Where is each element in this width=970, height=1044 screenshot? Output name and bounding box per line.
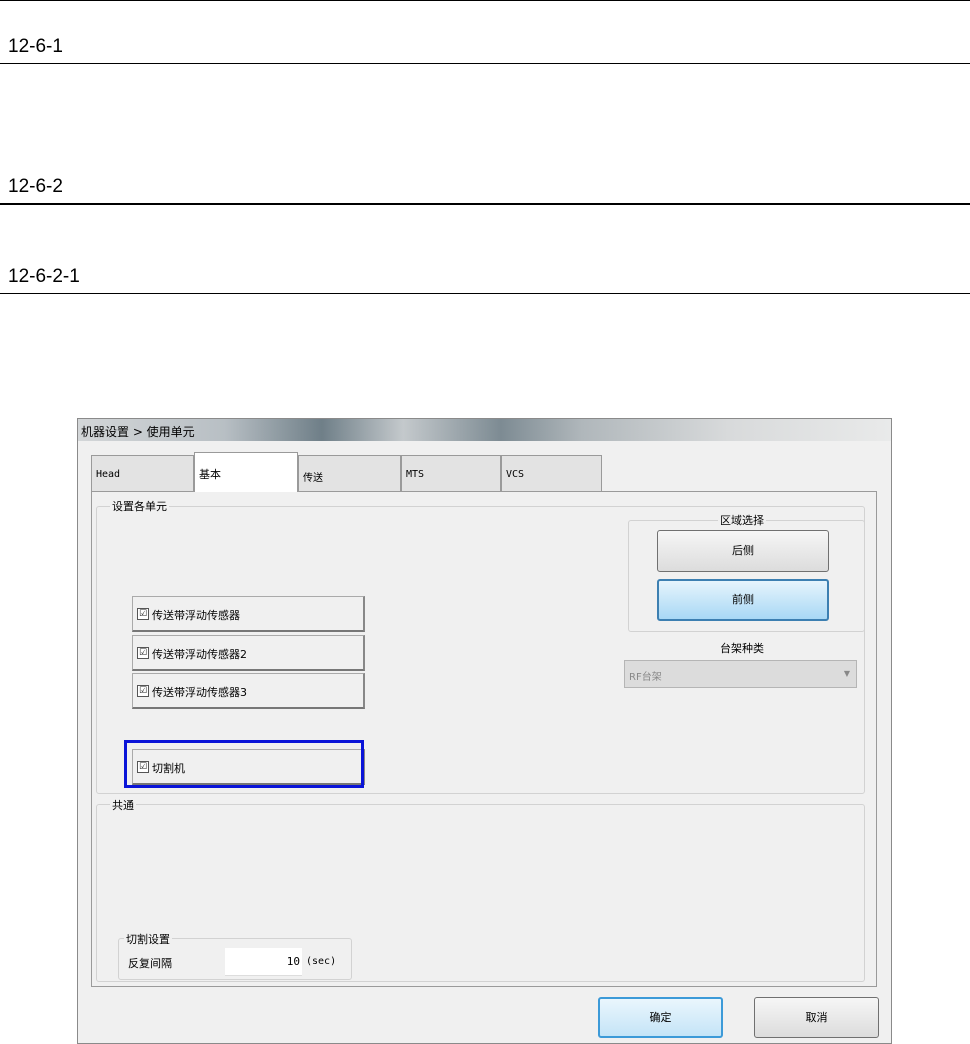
section-heading-2: 12-6-2 — [8, 176, 63, 197]
tab-head[interactable]: Head — [91, 455, 194, 491]
chevron-down-icon[interactable]: ▼ — [838, 661, 856, 687]
rack-type-select[interactable]: RF台架 ▼ — [624, 660, 857, 688]
common-group-label: 共通 — [110, 797, 136, 813]
conveyor-float-sensor-3-toggle[interactable]: ☑ 传送带浮动传感器3 — [132, 673, 365, 709]
conveyor-float-sensor-label: 传送带浮动传感器 — [152, 609, 240, 622]
rack-type-value: RF台架 — [629, 672, 662, 683]
checkbox-checked-icon[interactable]: ☑ — [137, 685, 149, 697]
cutter-settings-label: 切割设置 — [124, 931, 172, 947]
front-side-button[interactable]: 前侧 — [657, 579, 829, 621]
repeat-interval-label: 反复间隔 — [126, 955, 174, 971]
zone-select-label: 区域选择 — [718, 512, 766, 528]
heading-1-underline — [0, 63, 970, 64]
machine-settings-dialog: 机器设置 > 使用单元 Head 基本 传送 MTS VCS 设置各单元 ☑ 传… — [77, 418, 892, 1044]
section-heading-1: 12-6-1 — [8, 36, 63, 57]
cutter-highlight-box — [124, 740, 364, 788]
units-group-label: 设置各单元 — [110, 498, 169, 514]
top-rule — [0, 0, 970, 1]
heading-2-underline — [0, 203, 970, 205]
section-heading-3: 12-6-2-1 — [8, 266, 80, 287]
dialog-title: 机器设置 > 使用单元 — [81, 425, 195, 439]
interval-unit: (sec) — [306, 956, 337, 967]
heading-3-underline — [0, 293, 970, 294]
conveyor-float-sensor-toggle[interactable]: ☑ 传送带浮动传感器 — [132, 596, 365, 632]
cancel-button[interactable]: 取消 — [754, 997, 879, 1038]
rear-side-button[interactable]: 后侧 — [657, 530, 829, 572]
checkbox-checked-icon[interactable]: ☑ — [137, 608, 149, 620]
tab-mts[interactable]: MTS — [401, 455, 501, 491]
tab-vcs[interactable]: VCS — [501, 455, 602, 491]
conveyor-float-sensor-2-label: 传送带浮动传感器2 — [152, 648, 247, 661]
conveyor-float-sensor-3-label: 传送带浮动传感器3 — [152, 686, 247, 699]
repeat-interval-input[interactable]: 10 — [225, 948, 302, 976]
ok-button[interactable]: 确定 — [598, 997, 723, 1038]
tab-transport[interactable]: 传送 — [298, 455, 401, 491]
rack-type-label: 台架种类 — [718, 640, 766, 656]
checkbox-checked-icon[interactable]: ☑ — [137, 647, 149, 659]
title-bar[interactable]: 机器设置 > 使用单元 — [78, 419, 891, 441]
conveyor-float-sensor-2-toggle[interactable]: ☑ 传送带浮动传感器2 — [132, 635, 365, 671]
tab-basic[interactable]: 基本 — [194, 452, 298, 492]
tab-panel-basic: 设置各单元 ☑ 传送带浮动传感器 ☑ 传送带浮动传感器2 ☑ 传送带浮动传感器3… — [91, 491, 877, 987]
